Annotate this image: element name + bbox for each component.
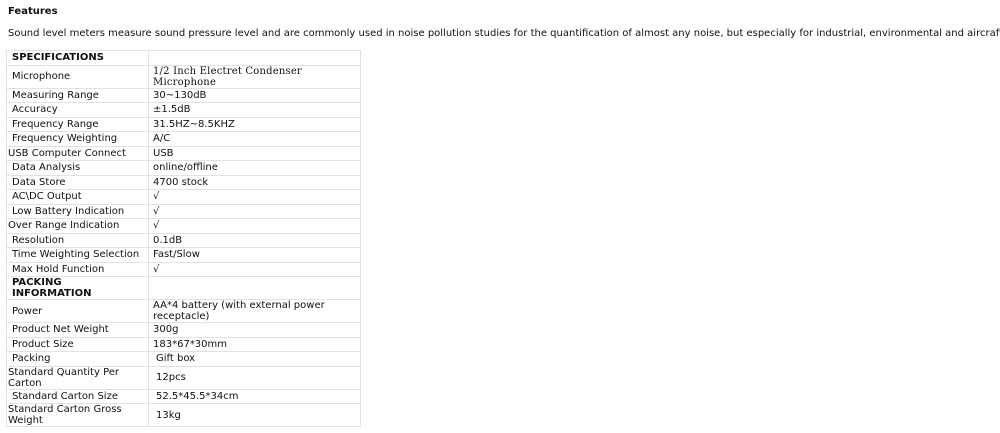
features-heading: Features bbox=[8, 6, 58, 17]
spec-empty-cell bbox=[148, 50, 361, 66]
spec-label-acdc-output: AC\DC Output bbox=[6, 189, 149, 205]
spec-table: SPECIFICATIONS Microphone 1/2 Inch Elect… bbox=[6, 50, 361, 427]
packing-label-standard-carton-size: Standard Carton Size bbox=[6, 388, 149, 404]
spec-label-data-store: Data Store bbox=[6, 174, 149, 190]
spec-value-acdc-output: √ bbox=[148, 189, 361, 205]
spec-label-measuring-range: Measuring Range bbox=[6, 87, 149, 103]
table-row: Low Battery Indication √ bbox=[6, 203, 361, 219]
spec-label-usb-computer-connect: USB Computer Connect bbox=[6, 145, 149, 161]
packing-value-product-net-weight: 300g bbox=[148, 322, 361, 338]
packing-label-product-size: Product Size bbox=[6, 336, 149, 352]
spec-value-usb-computer-connect: USB bbox=[148, 145, 361, 161]
spec-value-data-store: 4700 stock bbox=[148, 174, 361, 190]
table-row: Accuracy ±1.5dB bbox=[6, 102, 361, 118]
table-row: Power AA*4 battery (with external power … bbox=[6, 299, 361, 323]
table-row: Frequency Weighting A/C bbox=[6, 131, 361, 147]
packing-value-power: AA*4 battery (with external power recept… bbox=[148, 299, 361, 323]
spec-value-time-weighting-selection: Fast/Slow bbox=[148, 247, 361, 263]
table-row: Product Net Weight 300g bbox=[6, 322, 361, 338]
spec-label-frequency-range: Frequency Range bbox=[6, 116, 149, 132]
packing-value-packing: Gift box bbox=[148, 351, 361, 367]
table-row: Data Analysis online/offline bbox=[6, 160, 361, 176]
spec-label-frequency-weighting: Frequency Weighting bbox=[6, 131, 149, 147]
packing-section-header-row: PACKING INFORMATION bbox=[6, 276, 361, 300]
packing-label-standard-carton-gross-weight: Standard Carton Gross Weight bbox=[6, 403, 149, 427]
packing-label-product-net-weight: Product Net Weight bbox=[6, 322, 149, 338]
spec-label-low-battery-indication: Low Battery Indication bbox=[6, 203, 149, 219]
spec-value-frequency-weighting: A/C bbox=[148, 131, 361, 147]
packing-header: PACKING INFORMATION bbox=[6, 276, 149, 300]
table-row: Max Hold Function √ bbox=[6, 261, 361, 277]
spec-value-measuring-range: 30~130dB bbox=[148, 87, 361, 103]
table-row: USB Computer Connect USB bbox=[6, 145, 361, 161]
packing-label-standard-quantity-per-carton: Standard Quantity Per Carton bbox=[6, 365, 149, 390]
spec-label-data-analysis: Data Analysis bbox=[6, 160, 149, 176]
features-description: Sound level meters measure sound pressur… bbox=[8, 28, 1000, 39]
spec-label-microphone: Microphone bbox=[6, 64, 149, 89]
spec-value-low-battery-indication: √ bbox=[148, 203, 361, 219]
table-row: Standard Carton Size 52.5*45.5*34cm bbox=[6, 388, 361, 404]
spec-value-microphone: 1/2 Inch Electret Condenser Microphone bbox=[148, 64, 361, 89]
table-row: Measuring Range 30~130dB bbox=[6, 87, 361, 103]
table-row: Product Size 183*67*30mm bbox=[6, 336, 361, 352]
table-row: Data Store 4700 stock bbox=[6, 174, 361, 190]
table-row: Microphone 1/2 Inch Electret Condenser M… bbox=[6, 64, 361, 89]
packing-label-power: Power bbox=[6, 299, 149, 323]
spec-label-time-weighting-selection: Time Weighting Selection bbox=[6, 247, 149, 263]
packing-value-standard-quantity-per-carton: 12pcs bbox=[148, 365, 361, 390]
table-row: Frequency Range 31.5HZ~8.5KHZ bbox=[6, 116, 361, 132]
spec-value-accuracy: ±1.5dB bbox=[148, 102, 361, 118]
packing-value-standard-carton-size: 52.5*45.5*34cm bbox=[148, 388, 361, 404]
spec-section-header-row: SPECIFICATIONS bbox=[6, 50, 361, 66]
spec-value-max-hold-function: √ bbox=[148, 261, 361, 277]
packing-value-standard-carton-gross-weight: 13kg bbox=[148, 403, 361, 427]
spec-empty-cell bbox=[148, 276, 361, 300]
spec-label-max-hold-function: Max Hold Function bbox=[6, 261, 149, 277]
table-row: Time Weighting Selection Fast/Slow bbox=[6, 247, 361, 263]
spec-label-resolution: Resolution bbox=[6, 232, 149, 248]
table-row: Standard Quantity Per Carton 12pcs bbox=[6, 365, 361, 390]
packing-label-packing: Packing bbox=[6, 351, 149, 367]
table-row: AC\DC Output √ bbox=[6, 189, 361, 205]
table-row: Standard Carton Gross Weight 13kg bbox=[6, 403, 361, 427]
spec-value-resolution: 0.1dB bbox=[148, 232, 361, 248]
spec-value-over-range-indication: √ bbox=[148, 218, 361, 234]
specifications-header: SPECIFICATIONS bbox=[6, 50, 149, 66]
table-row: Packing Gift box bbox=[6, 351, 361, 367]
table-row: Resolution 0.1dB bbox=[6, 232, 361, 248]
spec-value-frequency-range: 31.5HZ~8.5KHZ bbox=[148, 116, 361, 132]
spec-value-data-analysis: online/offline bbox=[148, 160, 361, 176]
spec-label-over-range-indication: Over Range Indication bbox=[6, 218, 149, 234]
spec-label-accuracy: Accuracy bbox=[6, 102, 149, 118]
packing-value-product-size: 183*67*30mm bbox=[148, 336, 361, 352]
table-row: Over Range Indication √ bbox=[6, 218, 361, 234]
